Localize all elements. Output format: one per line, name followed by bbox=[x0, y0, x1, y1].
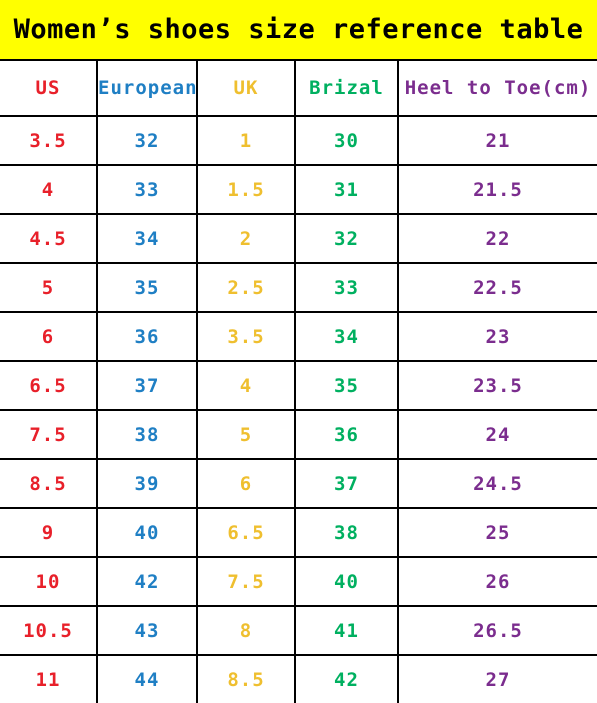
column-header-us: US bbox=[0, 61, 98, 117]
cell-us: 7.5 bbox=[0, 410, 98, 460]
table-row: 9 40 6.5 38 25 bbox=[0, 508, 597, 558]
title-banner: Women’s shoes size reference table bbox=[0, 0, 597, 61]
size-chart-page: Women’s shoes size reference table US Eu… bbox=[0, 0, 597, 703]
cell-uk: 6.5 bbox=[197, 508, 296, 558]
cell-heel-to-toe: 23.5 bbox=[398, 361, 597, 411]
cell-brizal: 31 bbox=[295, 165, 399, 215]
table-row: 5 35 2.5 33 22.5 bbox=[0, 263, 597, 313]
cell-heel-to-toe: 25 bbox=[398, 508, 597, 558]
table-header: US European UK Brizal Heel to Toe(cm) bbox=[0, 61, 597, 117]
cell-us: 6.5 bbox=[0, 361, 98, 411]
cell-european: 35 bbox=[97, 263, 198, 313]
cell-brizal: 30 bbox=[295, 116, 399, 166]
cell-uk: 1.5 bbox=[197, 165, 296, 215]
column-header-european: European bbox=[97, 61, 198, 117]
cell-european: 39 bbox=[97, 459, 198, 509]
cell-us: 5 bbox=[0, 263, 98, 313]
cell-us: 6 bbox=[0, 312, 98, 362]
table-row: 11 44 8.5 42 27 bbox=[0, 655, 597, 703]
cell-uk: 3.5 bbox=[197, 312, 296, 362]
cell-brizal: 32 bbox=[295, 214, 399, 264]
cell-heel-to-toe: 22 bbox=[398, 214, 597, 264]
shoe-size-table: US European UK Brizal Heel to Toe(cm) 3.… bbox=[0, 61, 597, 703]
cell-brizal: 42 bbox=[295, 655, 399, 703]
cell-european: 43 bbox=[97, 606, 198, 656]
cell-brizal: 40 bbox=[295, 557, 399, 607]
cell-us: 9 bbox=[0, 508, 98, 558]
cell-uk: 5 bbox=[197, 410, 296, 460]
table-row: 7.5 38 5 36 24 bbox=[0, 410, 597, 460]
cell-heel-to-toe: 26.5 bbox=[398, 606, 597, 656]
cell-brizal: 37 bbox=[295, 459, 399, 509]
cell-uk: 8 bbox=[197, 606, 296, 656]
cell-uk: 8.5 bbox=[197, 655, 296, 703]
table-row: 8.5 39 6 37 24.5 bbox=[0, 459, 597, 509]
cell-heel-to-toe: 21 bbox=[398, 116, 597, 166]
cell-us: 3.5 bbox=[0, 116, 98, 166]
cell-brizal: 41 bbox=[295, 606, 399, 656]
cell-european: 32 bbox=[97, 116, 198, 166]
cell-uk: 1 bbox=[197, 116, 296, 166]
table-row: 3.5 32 1 30 21 bbox=[0, 116, 597, 166]
cell-brizal: 38 bbox=[295, 508, 399, 558]
cell-us: 4 bbox=[0, 165, 98, 215]
cell-european: 42 bbox=[97, 557, 198, 607]
cell-uk: 7.5 bbox=[197, 557, 296, 607]
cell-brizal: 34 bbox=[295, 312, 399, 362]
table-body: 3.5 32 1 30 21 4 33 1.5 31 21.5 4.5 34 2 32 22 5 35 2.5 33… bbox=[0, 116, 597, 703]
cell-european: 34 bbox=[97, 214, 198, 264]
cell-heel-to-toe: 21.5 bbox=[398, 165, 597, 215]
cell-heel-to-toe: 23 bbox=[398, 312, 597, 362]
cell-us: 4.5 bbox=[0, 214, 98, 264]
cell-heel-to-toe: 24.5 bbox=[398, 459, 597, 509]
cell-heel-to-toe: 27 bbox=[398, 655, 597, 703]
cell-european: 37 bbox=[97, 361, 198, 411]
table-row: 10 42 7.5 40 26 bbox=[0, 557, 597, 607]
cell-uk: 6 bbox=[197, 459, 296, 509]
cell-uk: 2 bbox=[197, 214, 296, 264]
cell-european: 38 bbox=[97, 410, 198, 460]
table-row: 4.5 34 2 32 22 bbox=[0, 214, 597, 264]
cell-us: 11 bbox=[0, 655, 98, 703]
page-title: Women’s shoes size reference table bbox=[13, 14, 584, 45]
cell-heel-to-toe: 22.5 bbox=[398, 263, 597, 313]
cell-brizal: 35 bbox=[295, 361, 399, 411]
column-header-uk: UK bbox=[197, 61, 296, 117]
cell-us: 8.5 bbox=[0, 459, 98, 509]
cell-brizal: 33 bbox=[295, 263, 399, 313]
table-header-row: US European UK Brizal Heel to Toe(cm) bbox=[0, 61, 597, 117]
cell-uk: 4 bbox=[197, 361, 296, 411]
cell-us: 10 bbox=[0, 557, 98, 607]
cell-european: 44 bbox=[97, 655, 198, 703]
column-header-brizal: Brizal bbox=[295, 61, 399, 117]
cell-us: 10.5 bbox=[0, 606, 98, 656]
cell-european: 33 bbox=[97, 165, 198, 215]
cell-european: 40 bbox=[97, 508, 198, 558]
cell-brizal: 36 bbox=[295, 410, 399, 460]
cell-european: 36 bbox=[97, 312, 198, 362]
table-row: 10.5 43 8 41 26.5 bbox=[0, 606, 597, 656]
cell-heel-to-toe: 26 bbox=[398, 557, 597, 607]
table-row: 6 36 3.5 34 23 bbox=[0, 312, 597, 362]
cell-uk: 2.5 bbox=[197, 263, 296, 313]
cell-heel-to-toe: 24 bbox=[398, 410, 597, 460]
table-row: 6.5 37 4 35 23.5 bbox=[0, 361, 597, 411]
column-header-heel-to-toe: Heel to Toe(cm) bbox=[398, 61, 597, 117]
table-row: 4 33 1.5 31 21.5 bbox=[0, 165, 597, 215]
